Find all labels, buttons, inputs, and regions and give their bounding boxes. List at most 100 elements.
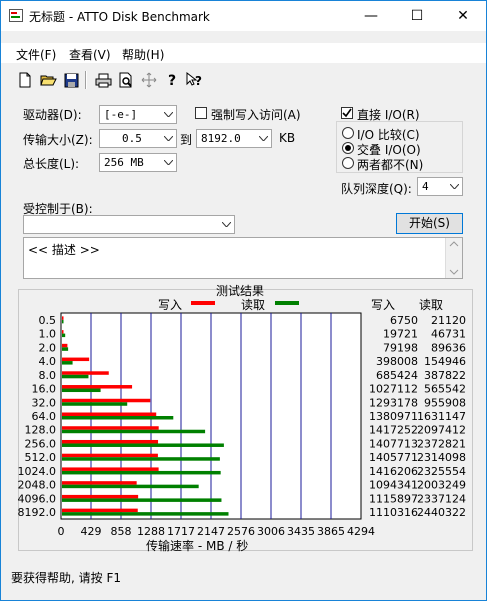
force-write-checkbox[interactable]	[195, 107, 207, 119]
read-bar	[62, 512, 229, 516]
x-axis-label: 传输速率 - MB / 秒	[146, 539, 249, 553]
read-value: 2440322	[417, 506, 466, 519]
write-bar	[62, 412, 157, 416]
y-category-label: 2.0	[39, 341, 57, 354]
description-scrollbar[interactable]	[445, 238, 462, 278]
title-bar[interactable]: 无标题 - ATTO Disk Benchmark — ☐ ✕	[1, 1, 486, 31]
help-icon[interactable]: ?	[162, 70, 182, 90]
menu-file[interactable]: 文件(F)	[16, 46, 56, 63]
queue-depth-select[interactable]: 4	[417, 177, 463, 196]
read-bar	[62, 388, 101, 393]
print-preview-icon[interactable]	[116, 70, 136, 90]
drive-value: [-e-]	[104, 108, 138, 121]
save-icon[interactable]	[61, 70, 81, 90]
read-bar	[62, 443, 224, 447]
transfer-to-select[interactable]: 8192.0	[196, 129, 272, 148]
transfer-size-label: 传输大小(Z):	[23, 133, 93, 147]
open-folder-icon[interactable]	[38, 70, 58, 90]
move-icon[interactable]	[139, 70, 159, 90]
total-length-label: 总长度(L):	[23, 157, 80, 171]
menu-help[interactable]: 帮助(H)	[122, 46, 164, 63]
chevron-down-icon	[255, 130, 271, 147]
read-value: 387822	[424, 369, 466, 382]
read-bar	[62, 416, 174, 420]
write-value: 1416206	[369, 465, 418, 478]
read-value: 2097412	[417, 424, 466, 437]
total-length-select[interactable]: 256 MB	[99, 153, 177, 172]
neither-radio[interactable]	[342, 157, 354, 169]
chevron-down-icon	[446, 178, 462, 195]
controlled-by-select[interactable]	[23, 215, 235, 234]
y-category-label: 8.0	[39, 369, 57, 382]
transfer-from-select[interactable]: 0.5	[99, 129, 177, 148]
to-label: 到	[180, 133, 193, 147]
maximize-button[interactable]: ☐	[394, 1, 440, 31]
direct-io-checkbox[interactable]	[341, 107, 353, 119]
y-category-label: 8192.0	[18, 506, 56, 519]
write-value: 1094341	[369, 479, 418, 492]
kb-label: KB	[279, 131, 296, 145]
chevron-down-icon	[218, 216, 234, 233]
close-button[interactable]: ✕	[440, 1, 486, 31]
read-bar	[62, 457, 220, 461]
write-value: 1405771	[369, 451, 418, 464]
read-value: 2325554	[417, 465, 466, 478]
y-category-label: 16.0	[32, 383, 57, 396]
print-icon[interactable]	[93, 70, 113, 90]
read-bar	[62, 470, 221, 475]
chevron-down-icon	[160, 130, 176, 147]
write-value: 1407713	[369, 437, 418, 450]
write-value: 1110316	[369, 506, 418, 519]
x-tick-label: 4294	[347, 525, 375, 538]
read-bar	[62, 319, 64, 324]
write-value: 1293178	[369, 396, 418, 409]
write-value: 1027112	[369, 383, 418, 396]
svg-text:?: ?	[168, 73, 176, 88]
new-file-icon[interactable]	[15, 70, 35, 90]
status-bar: 要获得帮助, 请按 F1	[1, 566, 486, 600]
x-tick-label: 3435	[287, 525, 315, 538]
read-bar	[62, 374, 89, 379]
transfer-from-value: 0.5	[122, 132, 142, 145]
description-textarea[interactable]: << 描述 >>	[23, 237, 463, 279]
io-compare-radio[interactable]	[342, 127, 354, 139]
chevron-down-icon	[160, 106, 176, 123]
write-bar	[62, 357, 90, 362]
minimize-button[interactable]: —	[348, 1, 394, 31]
status-text: 要获得帮助, 请按 F1	[11, 571, 121, 585]
y-category-label: 64.0	[32, 410, 57, 423]
write-value: 1417252	[369, 424, 418, 437]
x-tick-label: 0	[58, 525, 65, 538]
x-tick-label: 3006	[257, 525, 285, 538]
write-bar	[62, 494, 139, 499]
write-bar	[62, 426, 159, 430]
queue-depth-value: 4	[422, 180, 429, 193]
total-length-value: 256 MB	[104, 156, 144, 169]
overlapped-io-radio[interactable]	[342, 142, 354, 154]
write-bar	[62, 467, 159, 471]
results-chart: 0 429 858 1288 1717 2147 2576 3006 3435 3865 42940…	[18, 312, 466, 538]
context-help-icon[interactable]: ?	[185, 70, 205, 90]
menu-view[interactable]: 查看(V)	[69, 46, 111, 63]
toolbar: ? ?	[1, 67, 486, 93]
read-value: 955908	[424, 396, 466, 409]
y-category-label: 256.0	[25, 437, 57, 450]
drive-select[interactable]: [-e-]	[99, 105, 177, 124]
read-legend-swatch	[275, 301, 299, 305]
start-button[interactable]: 开始(S)	[396, 213, 463, 234]
read-bar	[62, 498, 222, 502]
y-category-label: 2048.0	[18, 479, 56, 492]
read-value: 1631147	[417, 410, 466, 423]
svg-text:?: ?	[195, 74, 202, 88]
write-value: 6750	[390, 314, 418, 327]
write-bar	[62, 481, 137, 485]
write-bar	[62, 316, 64, 320]
write-value: 1115897	[369, 492, 418, 505]
force-write-label: 强制写入访问(A)	[211, 108, 301, 122]
read-bar	[62, 484, 199, 489]
read-value: 2314098	[417, 451, 466, 464]
y-category-label: 128.0	[25, 424, 57, 437]
toolbar-separator	[85, 71, 87, 89]
read-value: 154946	[424, 355, 466, 368]
x-tick-label: 429	[81, 525, 102, 538]
